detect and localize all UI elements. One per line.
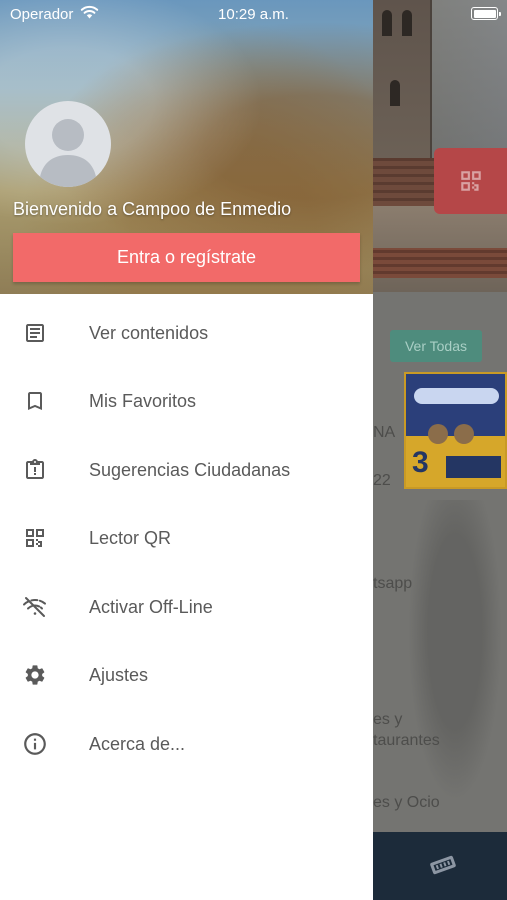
qr-code-icon [22,525,48,551]
login-register-button[interactable]: Entra o regístrate [13,233,360,282]
qr-floating-button[interactable] [434,148,507,214]
navigation-drawer: Bienvenido a Campoo de Enmedio Entra o r… [0,0,373,900]
gear-icon [22,662,48,688]
bookmark-icon [22,388,48,414]
avatar[interactable] [25,101,111,187]
menu-item-lector-qr[interactable]: Lector QR [0,504,373,572]
menu-item-label: Lector QR [89,527,172,548]
ticket-icon[interactable] [428,852,458,878]
menu-item-label: Acerca de... [89,733,186,754]
see-all-button[interactable]: Ver Todas [390,330,482,362]
menu-item-activar-off-line[interactable]: Activar Off-Line [0,573,373,641]
menu-item-label: Activar Off-Line [89,596,213,617]
partial-text: 22 [373,472,391,489]
welcome-text: Bienvenido a Campoo de Enmedio [13,199,292,219]
menu-item-ajustes[interactable]: Ajustes [0,641,373,709]
partial-text: tsapp [373,575,413,592]
menu-item-label: Mis Favoritos [89,390,197,411]
menu-item-sugerencias-ciudadanas[interactable]: Sugerencias Ciudadanas [0,436,373,504]
qr-code-icon [460,171,481,191]
status-bar: Operador 10:29 a.m. [0,0,507,28]
partial-text: es y [373,711,403,728]
menu-item-ver-contenidos[interactable]: Ver contenidos [0,299,373,367]
menu-item-label: Sugerencias Ciudadanas [89,459,291,480]
menu-item-acerca-de[interactable]: Acerca de... [0,710,373,778]
info-icon [22,731,48,757]
clock: 10:29 a.m. [218,6,289,23]
menu-item-label: Ajustes [89,664,149,685]
wifi-off-icon [22,594,48,620]
user-silhouette-icon [39,119,97,187]
drawer-header: Bienvenido a Campoo de Enmedio Entra o r… [0,0,373,294]
menu-item-mis-favoritos[interactable]: Mis Favoritos [0,367,373,435]
tree-image [400,500,507,830]
drawer-menu: Ver contenidos Mis Favoritos Sugerencias… [0,294,373,900]
event-poster[interactable]: 3 [404,372,507,489]
partial-text: es y Ocio [373,794,440,811]
menu-item-label: Ver contenidos [89,322,209,343]
battery-icon [471,7,501,20]
roof-lower [372,248,507,278]
partial-text: NA [373,424,396,441]
clipboard-alert-icon [22,457,48,483]
partial-text: taurantes [373,732,440,749]
article-icon [22,320,48,346]
